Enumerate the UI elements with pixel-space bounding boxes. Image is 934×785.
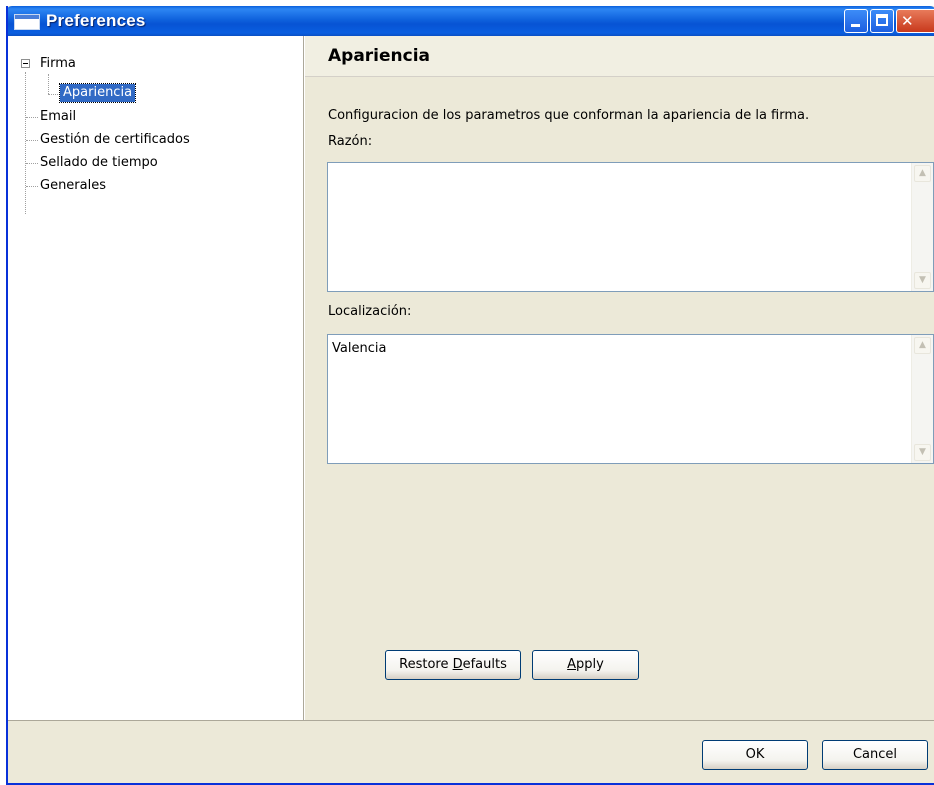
- title-bar[interactable]: Preferences ✕: [8, 6, 934, 36]
- razon-textarea[interactable]: ▲ ▼: [327, 162, 934, 292]
- localizacion-scrollbar[interactable]: ▲ ▼: [911, 335, 933, 463]
- cancel-button[interactable]: Cancel: [822, 740, 928, 770]
- apply-label-rest: pply: [576, 657, 604, 672]
- collapse-icon[interactable]: [21, 59, 30, 68]
- tree-item-apariencia[interactable]: Apariencia: [58, 83, 137, 103]
- maximize-icon: [876, 14, 888, 26]
- page-title: Apariencia: [328, 46, 431, 66]
- tree-item-generales[interactable]: Generales: [40, 177, 106, 195]
- minimize-button[interactable]: [844, 9, 868, 33]
- preferences-window: Preferences ✕ Firma Apariencia Email Ges…: [6, 6, 934, 785]
- window-icon: [14, 14, 40, 30]
- scroll-down-icon[interactable]: ▼: [914, 272, 931, 289]
- scroll-up-icon[interactable]: ▲: [914, 337, 931, 354]
- tree-item-firma[interactable]: Firma: [40, 55, 76, 73]
- maximize-button[interactable]: [870, 9, 894, 33]
- tree-line: [26, 140, 38, 141]
- localizacion-value: Valencia: [332, 341, 387, 356]
- tree-line: [26, 186, 38, 187]
- page-header: Apariencia: [305, 36, 934, 77]
- close-icon: ✕: [901, 12, 914, 30]
- tree-line: [48, 74, 49, 94]
- apply-mnemonic: A: [567, 657, 577, 672]
- ok-button[interactable]: OK: [702, 740, 808, 770]
- preferences-tree: Firma Apariencia Email Gestión de certif…: [8, 36, 304, 720]
- content-area: Firma Apariencia Email Gestión de certif…: [8, 36, 934, 721]
- window-title: Preferences: [46, 11, 146, 30]
- minimize-icon: [851, 24, 860, 27]
- tree-line: [26, 117, 38, 118]
- close-button[interactable]: ✕: [896, 9, 934, 33]
- localizacion-label: Localización:: [328, 304, 412, 319]
- tree-line: [48, 94, 60, 95]
- tree-line: [26, 163, 38, 164]
- tree-item-email[interactable]: Email: [40, 108, 76, 126]
- page-description: Configuracion de los parametros que conf…: [328, 108, 810, 123]
- scroll-up-icon[interactable]: ▲: [914, 165, 931, 182]
- scroll-down-icon[interactable]: ▼: [914, 444, 931, 461]
- localizacion-textarea[interactable]: Valencia ▲ ▼: [327, 334, 934, 464]
- tree-line: [25, 72, 26, 214]
- restore-defaults-label: Restore: [399, 657, 453, 672]
- restore-defaults-mnemonic: D: [452, 657, 463, 672]
- preference-page: Apariencia Configuracion de los parametr…: [305, 36, 934, 720]
- tree-item-gestion-certificados[interactable]: Gestión de certificados: [40, 131, 190, 149]
- restore-defaults-label-rest: efaults: [462, 657, 507, 672]
- restore-defaults-button[interactable]: Restore Defaults: [385, 650, 521, 680]
- razon-scrollbar[interactable]: ▲ ▼: [911, 163, 933, 291]
- razon-label: Razón:: [328, 134, 373, 149]
- apply-button[interactable]: Apply: [532, 650, 639, 680]
- tree-item-sellado-tiempo[interactable]: Sellado de tiempo: [40, 154, 158, 172]
